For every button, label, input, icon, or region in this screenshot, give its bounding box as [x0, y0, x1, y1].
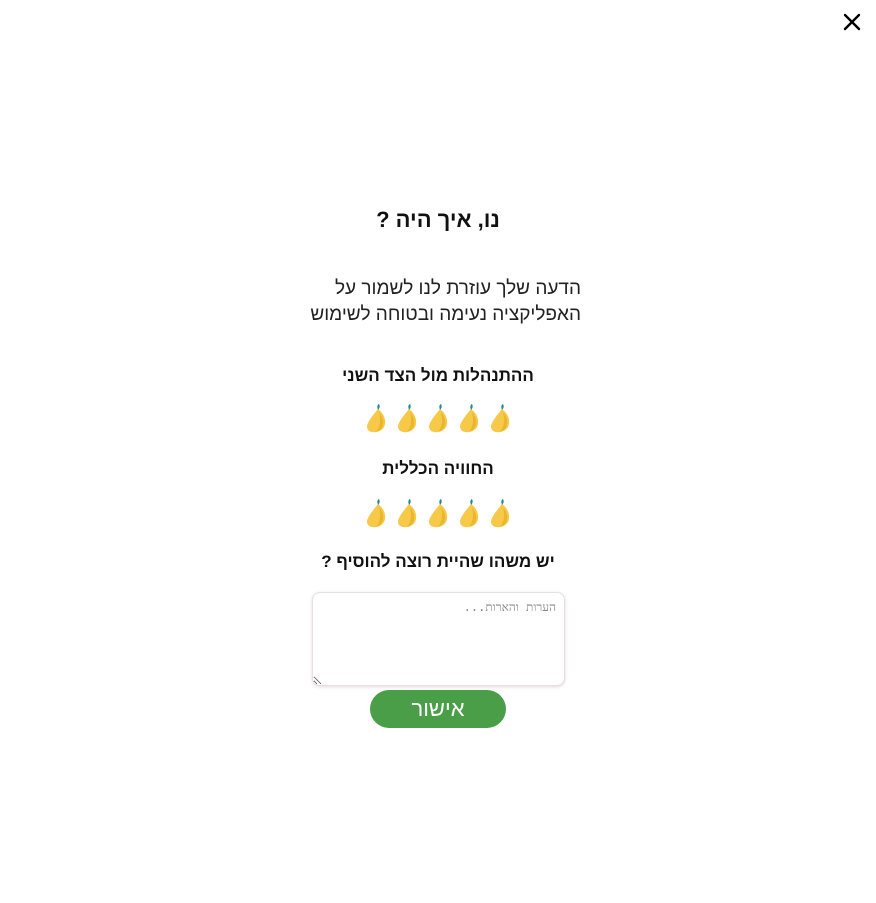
- dialog-subtitle: הדעה שלך עוזרת לנו לשמור על האפליקציה נע…: [290, 276, 581, 328]
- lemon-icon[interactable]: [456, 498, 484, 530]
- subtitle-line-1: הדעה שלך עוזרת לנו לשמור על: [334, 278, 581, 299]
- rating-counterpart: [363, 402, 515, 436]
- comments-question: יש משהו שהיית רוצה להוסיף ?: [321, 552, 555, 571]
- rating-label-counterpart: ההתנהלות מול הצד השני: [342, 366, 534, 385]
- lemon-icon[interactable]: [363, 498, 391, 530]
- feedback-dialog: נו, איך היה ? הדעה שלך עוזרת לנו לשמור ע…: [0, 0, 876, 903]
- close-icon: [843, 13, 861, 31]
- lemon-icon[interactable]: [487, 403, 515, 435]
- lemon-icon[interactable]: [456, 403, 484, 435]
- lemon-icon[interactable]: [425, 498, 453, 530]
- lemon-icon[interactable]: [487, 498, 515, 530]
- confirm-button[interactable]: אישור: [370, 690, 506, 728]
- lemon-icon[interactable]: [425, 403, 453, 435]
- lemon-icon[interactable]: [394, 403, 422, 435]
- lemon-icon[interactable]: [363, 403, 391, 435]
- lemon-icon[interactable]: [394, 498, 422, 530]
- close-button[interactable]: [840, 10, 864, 34]
- rating-label-overall: החוויה הכללית: [382, 459, 494, 478]
- subtitle-line-2: האפליקציה נעימה ובטוחה לשימוש: [310, 304, 581, 325]
- comments-textarea[interactable]: [312, 592, 565, 686]
- dialog-title: נו, איך היה ?: [376, 207, 500, 232]
- rating-overall: [363, 497, 515, 531]
